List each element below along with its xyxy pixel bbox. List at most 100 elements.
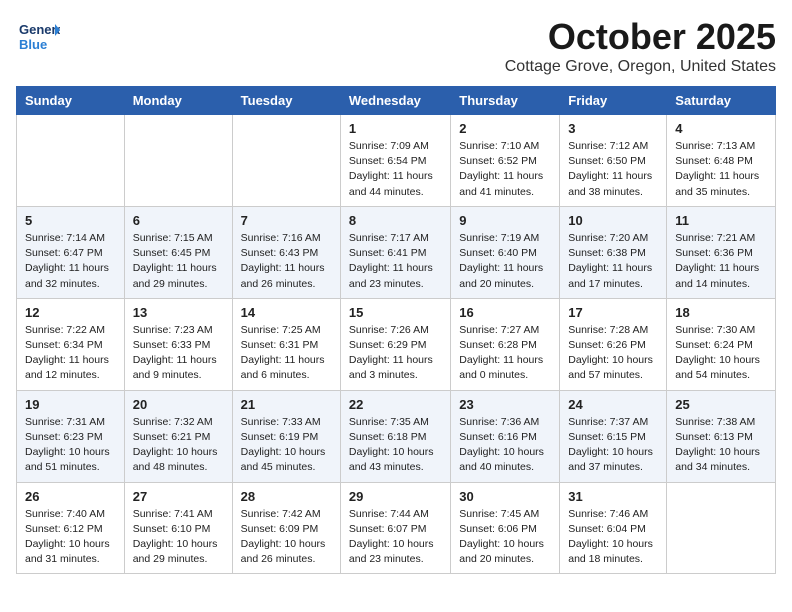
calendar-week-4: 19 Sunrise: 7:31 AM Sunset: 6:23 PM Dayli…	[17, 390, 776, 482]
weekday-header-wednesday: Wednesday	[340, 87, 450, 115]
calendar-cell: 22 Sunrise: 7:35 AM Sunset: 6:18 PM Dayli…	[340, 390, 450, 482]
calendar-cell: 2Sunrise: 7:10 AM Sunset: 6:52 PM Daylig…	[451, 115, 560, 207]
day-info: Sunrise: 7:26 AM Sunset: 6:29 PM Dayligh…	[349, 323, 442, 384]
calendar-cell: 21 Sunrise: 7:33 AM Sunset: 6:19 PM Dayli…	[232, 390, 340, 482]
calendar-cell: 25 Sunrise: 7:38 AM Sunset: 6:13 PM Dayli…	[667, 390, 776, 482]
day-number: 3	[568, 121, 658, 136]
page-header: General Blue October 2025 Cottage Grove,…	[16, 16, 776, 76]
day-number: 19	[25, 397, 116, 412]
calendar-cell: 10 Sunrise: 7:20 AM Sunset: 6:38 PM Dayli…	[560, 206, 667, 298]
calendar-week-3: 12 Sunrise: 7:22 AM Sunset: 6:34 PM Dayli…	[17, 298, 776, 390]
calendar-cell: 16 Sunrise: 7:27 AM Sunset: 6:28 PM Dayli…	[451, 298, 560, 390]
calendar-cell: 23Sunrise: 7:36 AM Sunset: 6:16 PM Dayli…	[451, 390, 560, 482]
calendar-cell: 13Sunrise: 7:23 AM Sunset: 6:33 PM Dayli…	[124, 298, 232, 390]
calendar-cell: 14Sunrise: 7:25 AM Sunset: 6:31 PM Dayli…	[232, 298, 340, 390]
calendar-cell	[17, 115, 125, 207]
calendar-cell: 11 Sunrise: 7:21 AM Sunset: 6:36 PM Dayli…	[667, 206, 776, 298]
calendar-cell: 29 Sunrise: 7:44 AM Sunset: 6:07 PM Dayli…	[340, 482, 450, 574]
day-info: Sunrise: 7:41 AM Sunset: 6:10 PM Dayligh…	[133, 507, 224, 568]
day-number: 24	[568, 397, 658, 412]
day-number: 18	[675, 305, 767, 320]
day-info: Sunrise: 7:30 AM Sunset: 6:24 PM Dayligh…	[675, 323, 767, 384]
day-number: 10	[568, 213, 658, 228]
day-number: 21	[241, 397, 332, 412]
calendar-cell: 27 Sunrise: 7:41 AM Sunset: 6:10 PM Dayli…	[124, 482, 232, 574]
calendar-cell: 5Sunrise: 7:14 AM Sunset: 6:47 PM Daylig…	[17, 206, 125, 298]
day-number: 7	[241, 213, 332, 228]
day-number: 2	[459, 121, 551, 136]
day-info: Sunrise: 7:13 AM Sunset: 6:48 PM Dayligh…	[675, 139, 767, 200]
day-number: 15	[349, 305, 442, 320]
day-info: Sunrise: 7:21 AM Sunset: 6:36 PM Dayligh…	[675, 231, 767, 292]
calendar-cell: 31 Sunrise: 7:46 AM Sunset: 6:04 PM Dayli…	[560, 482, 667, 574]
calendar-cell	[232, 115, 340, 207]
day-info: Sunrise: 7:42 AM Sunset: 6:09 PM Dayligh…	[241, 507, 332, 568]
calendar-cell: 30 Sunrise: 7:45 AM Sunset: 6:06 PM Dayli…	[451, 482, 560, 574]
day-info: Sunrise: 7:32 AM Sunset: 6:21 PM Dayligh…	[133, 415, 224, 476]
day-info: Sunrise: 7:14 AM Sunset: 6:47 PM Dayligh…	[25, 231, 116, 292]
weekday-header-sunday: Sunday	[17, 87, 125, 115]
svg-text:Blue: Blue	[19, 37, 47, 52]
day-number: 25	[675, 397, 767, 412]
calendar-cell: 26Sunrise: 7:40 AM Sunset: 6:12 PM Dayli…	[17, 482, 125, 574]
day-number: 4	[675, 121, 767, 136]
weekday-header-tuesday: Tuesday	[232, 87, 340, 115]
day-info: Sunrise: 7:27 AM Sunset: 6:28 PM Dayligh…	[459, 323, 551, 384]
day-info: Sunrise: 7:46 AM Sunset: 6:04 PM Dayligh…	[568, 507, 658, 568]
day-number: 11	[675, 213, 767, 228]
day-info: Sunrise: 7:12 AM Sunset: 6:50 PM Dayligh…	[568, 139, 658, 200]
day-info: Sunrise: 7:31 AM Sunset: 6:23 PM Dayligh…	[25, 415, 116, 476]
logo-svg: General Blue	[16, 16, 60, 60]
day-number: 6	[133, 213, 224, 228]
day-info: Sunrise: 7:15 AM Sunset: 6:45 PM Dayligh…	[133, 231, 224, 292]
day-info: Sunrise: 7:09 AM Sunset: 6:54 PM Dayligh…	[349, 139, 442, 200]
calendar-cell: 4 Sunrise: 7:13 AM Sunset: 6:48 PM Daylig…	[667, 115, 776, 207]
day-number: 22	[349, 397, 442, 412]
month-title: October 2025	[505, 16, 776, 58]
calendar-cell: 19 Sunrise: 7:31 AM Sunset: 6:23 PM Dayli…	[17, 390, 125, 482]
calendar-cell	[124, 115, 232, 207]
day-info: Sunrise: 7:33 AM Sunset: 6:19 PM Dayligh…	[241, 415, 332, 476]
day-number: 29	[349, 489, 442, 504]
day-info: Sunrise: 7:22 AM Sunset: 6:34 PM Dayligh…	[25, 323, 116, 384]
calendar-cell: 12 Sunrise: 7:22 AM Sunset: 6:34 PM Dayli…	[17, 298, 125, 390]
weekday-header-monday: Monday	[124, 87, 232, 115]
day-info: Sunrise: 7:40 AM Sunset: 6:12 PM Dayligh…	[25, 507, 116, 568]
day-number: 30	[459, 489, 551, 504]
day-number: 27	[133, 489, 224, 504]
day-info: Sunrise: 7:17 AM Sunset: 6:41 PM Dayligh…	[349, 231, 442, 292]
calendar-cell	[667, 482, 776, 574]
calendar-cell: 20Sunrise: 7:32 AM Sunset: 6:21 PM Dayli…	[124, 390, 232, 482]
day-info: Sunrise: 7:35 AM Sunset: 6:18 PM Dayligh…	[349, 415, 442, 476]
calendar-week-5: 26Sunrise: 7:40 AM Sunset: 6:12 PM Dayli…	[17, 482, 776, 574]
day-info: Sunrise: 7:19 AM Sunset: 6:40 PM Dayligh…	[459, 231, 551, 292]
weekday-header-saturday: Saturday	[667, 87, 776, 115]
location-title: Cottage Grove, Oregon, United States	[505, 58, 776, 76]
calendar-cell: 6 Sunrise: 7:15 AM Sunset: 6:45 PM Daylig…	[124, 206, 232, 298]
calendar-cell: 1 Sunrise: 7:09 AM Sunset: 6:54 PM Daylig…	[340, 115, 450, 207]
day-number: 12	[25, 305, 116, 320]
calendar-cell: 3 Sunrise: 7:12 AM Sunset: 6:50 PM Daylig…	[560, 115, 667, 207]
calendar-cell: 7Sunrise: 7:16 AM Sunset: 6:43 PM Daylig…	[232, 206, 340, 298]
day-info: Sunrise: 7:45 AM Sunset: 6:06 PM Dayligh…	[459, 507, 551, 568]
weekday-header-thursday: Thursday	[451, 87, 560, 115]
calendar-cell: 18 Sunrise: 7:30 AM Sunset: 6:24 PM Dayli…	[667, 298, 776, 390]
logo: General Blue	[16, 16, 60, 60]
day-info: Sunrise: 7:38 AM Sunset: 6:13 PM Dayligh…	[675, 415, 767, 476]
day-number: 1	[349, 121, 442, 136]
day-number: 31	[568, 489, 658, 504]
day-number: 16	[459, 305, 551, 320]
calendar-week-2: 5Sunrise: 7:14 AM Sunset: 6:47 PM Daylig…	[17, 206, 776, 298]
calendar-cell: 8 Sunrise: 7:17 AM Sunset: 6:41 PM Daylig…	[340, 206, 450, 298]
calendar-table: SundayMondayTuesdayWednesdayThursdayFrid…	[16, 86, 776, 574]
calendar-cell: 15 Sunrise: 7:26 AM Sunset: 6:29 PM Dayli…	[340, 298, 450, 390]
calendar-week-1: 1 Sunrise: 7:09 AM Sunset: 6:54 PM Daylig…	[17, 115, 776, 207]
calendar-cell: 9Sunrise: 7:19 AM Sunset: 6:40 PM Daylig…	[451, 206, 560, 298]
calendar-cell: 17Sunrise: 7:28 AM Sunset: 6:26 PM Dayli…	[560, 298, 667, 390]
day-info: Sunrise: 7:44 AM Sunset: 6:07 PM Dayligh…	[349, 507, 442, 568]
day-info: Sunrise: 7:20 AM Sunset: 6:38 PM Dayligh…	[568, 231, 658, 292]
svg-text:General: General	[19, 22, 60, 37]
day-number: 8	[349, 213, 442, 228]
day-number: 28	[241, 489, 332, 504]
day-info: Sunrise: 7:28 AM Sunset: 6:26 PM Dayligh…	[568, 323, 658, 384]
